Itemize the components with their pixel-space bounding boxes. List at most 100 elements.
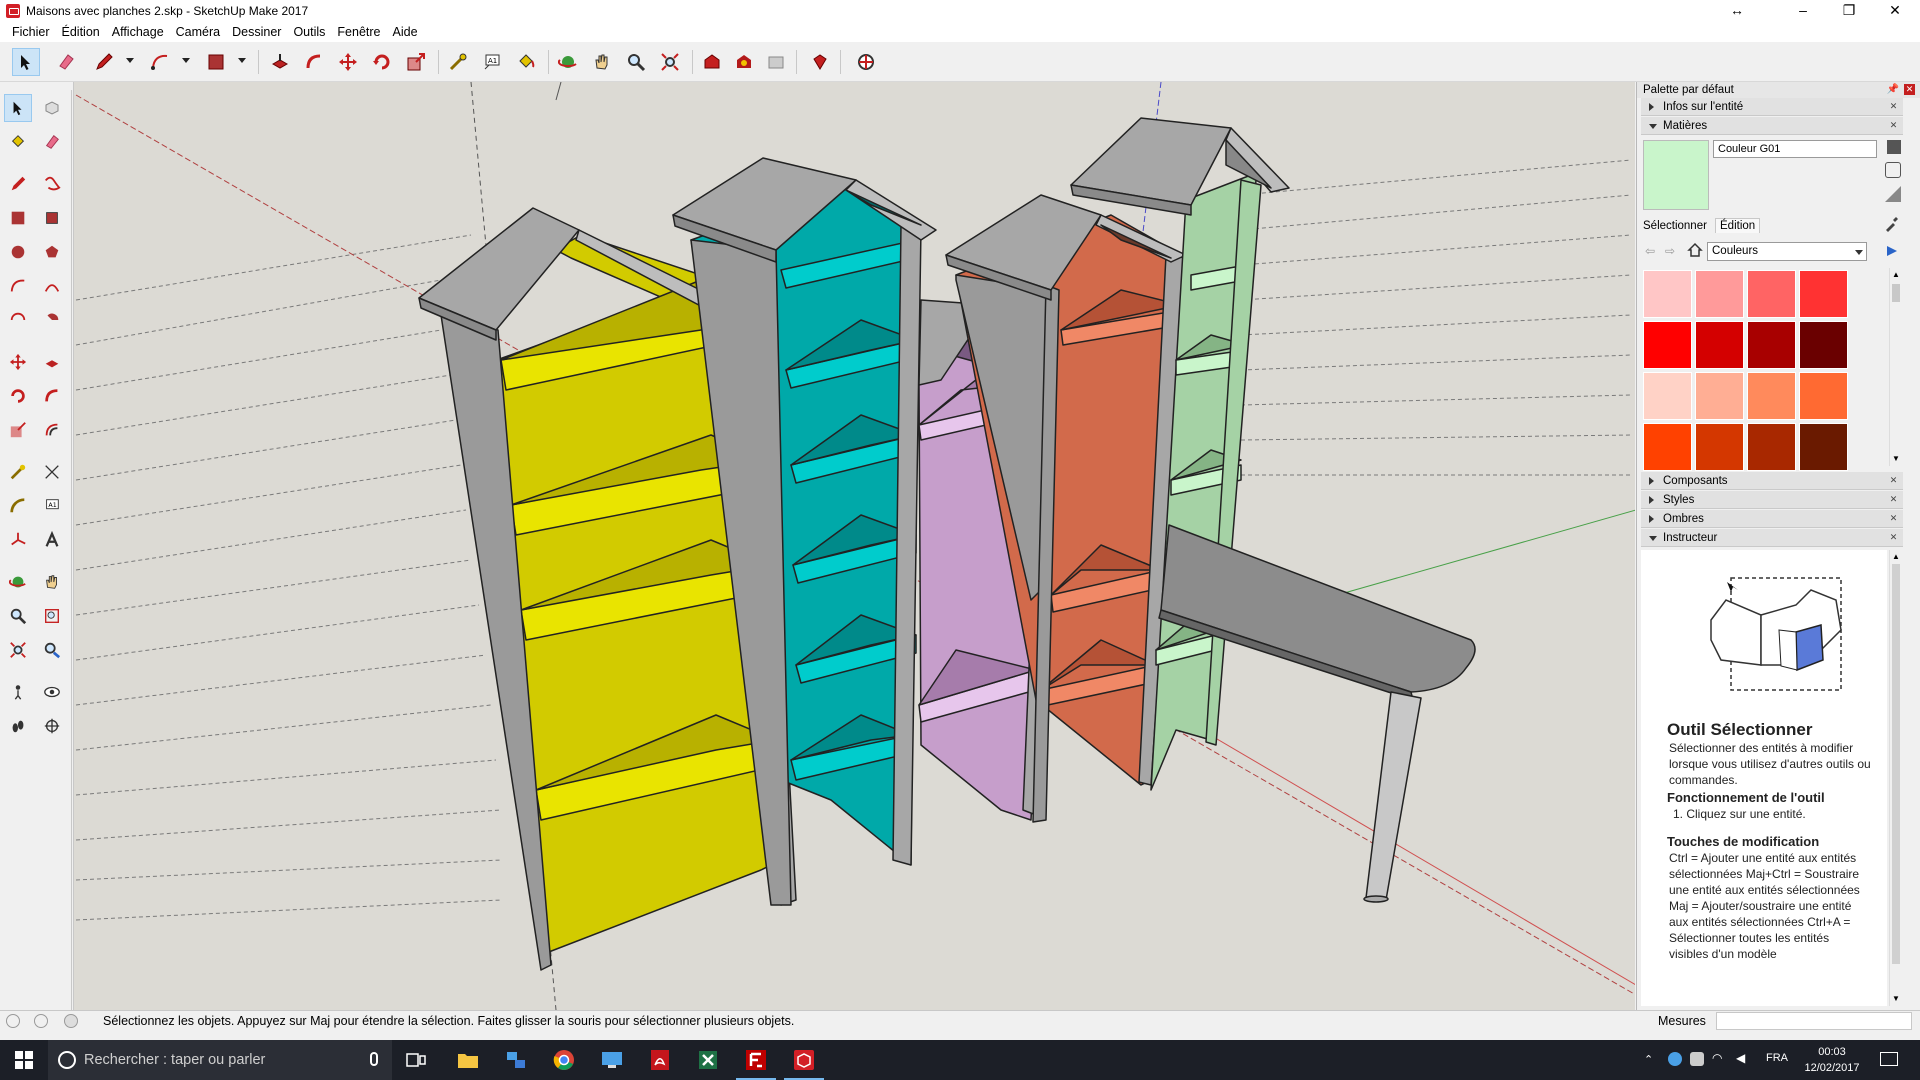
color-swatch[interactable] <box>1747 423 1796 471</box>
pan-icon[interactable] <box>588 48 616 76</box>
section-components[interactable]: Composants ✕ <box>1641 472 1903 490</box>
remote-desktop-icon[interactable] <box>588 1040 636 1080</box>
zoom-icon[interactable] <box>4 602 32 630</box>
push-pull-icon[interactable] <box>266 48 294 76</box>
two-point-arc-icon[interactable] <box>38 272 66 300</box>
color-swatch[interactable] <box>1695 423 1744 471</box>
start-button[interactable] <box>0 1040 48 1080</box>
polygon-icon[interactable] <box>38 238 66 266</box>
create-material-icon[interactable] <box>1887 140 1901 154</box>
color-swatch[interactable] <box>1799 423 1848 471</box>
tab-edit[interactable]: Édition <box>1715 218 1761 233</box>
pan-icon[interactable] <box>38 568 66 596</box>
arc-dropdown-icon[interactable] <box>182 58 190 63</box>
section-materials[interactable]: Matières ✕ <box>1641 117 1903 135</box>
user-icon[interactable] <box>64 1014 78 1028</box>
resize-icon[interactable]: ↔ <box>1714 0 1760 22</box>
position-camera-icon[interactable] <box>4 678 32 706</box>
walk-icon[interactable] <box>4 712 32 740</box>
rectangle-icon[interactable] <box>202 48 230 76</box>
taskbar-search[interactable]: Rechercher : taper ou parler <box>48 1040 392 1080</box>
battery-icon[interactable] <box>1690 1052 1704 1066</box>
section-shadows[interactable]: Ombres ✕ <box>1641 510 1903 528</box>
menu-edition[interactable]: Édition <box>56 22 106 42</box>
section-instructor[interactable]: Instructeur ✕ <box>1641 529 1903 547</box>
section-styles[interactable]: Styles ✕ <box>1641 491 1903 509</box>
section-entity-info[interactable]: Infos sur l'entité ✕ <box>1641 98 1903 116</box>
orbit-icon[interactable] <box>554 48 582 76</box>
home-icon[interactable] <box>1687 242 1703 258</box>
share-model-icon[interactable] <box>762 48 790 76</box>
default-material-icon[interactable] <box>1885 186 1901 202</box>
dimension-icon[interactable] <box>38 458 66 486</box>
material-preview[interactable] <box>1643 140 1709 210</box>
ruby-icon[interactable] <box>806 48 834 76</box>
menu-fichier[interactable]: Fichier <box>6 22 56 42</box>
zoom-window-icon[interactable] <box>38 602 66 630</box>
color-swatch[interactable] <box>1799 372 1848 420</box>
scroll-thumb[interactable] <box>1892 284 1900 302</box>
3d-text-icon[interactable] <box>38 526 66 554</box>
file-explorer-icon[interactable] <box>444 1040 492 1080</box>
chevron-up-icon[interactable]: ⌃ <box>1644 1053 1653 1066</box>
minimize-button[interactable]: – <box>1780 0 1826 22</box>
extension-warehouse-icon[interactable] <box>730 48 758 76</box>
tab-select[interactable]: Sélectionner <box>1643 220 1707 232</box>
library-select[interactable]: Couleurs <box>1707 242 1867 261</box>
look-around-icon[interactable] <box>38 678 66 706</box>
orbit-icon[interactable] <box>4 568 32 596</box>
layout-icon[interactable] <box>852 48 880 76</box>
swatch-scrollbar[interactable]: ▲ ▼ <box>1889 268 1901 466</box>
zoom-icon[interactable] <box>622 48 650 76</box>
move-icon[interactable] <box>334 48 362 76</box>
pie-icon[interactable] <box>38 306 66 334</box>
close-button[interactable]: ✕ <box>1872 0 1918 22</box>
language-indicator[interactable]: FRA <box>1766 1052 1788 1064</box>
menu-aide[interactable]: Aide <box>387 22 424 42</box>
material-name-field[interactable]: Couleur G01 <box>1713 140 1877 158</box>
task-view-icon[interactable] <box>392 1040 440 1080</box>
offset-icon[interactable] <box>38 416 66 444</box>
text-icon[interactable]: A1 <box>38 492 66 520</box>
section-close-icon[interactable]: ✕ <box>1888 475 1899 486</box>
rectangle-dropdown-icon[interactable] <box>238 58 246 63</box>
color-swatch[interactable] <box>1643 372 1692 420</box>
circle-icon[interactable] <box>4 238 32 266</box>
scroll-down-icon[interactable]: ▼ <box>1890 454 1902 464</box>
menu-dessiner[interactable]: Dessiner <box>226 22 287 42</box>
line-icon[interactable] <box>4 170 32 198</box>
back-arrow-icon[interactable]: ⇦ <box>1645 244 1659 258</box>
color-swatch[interactable] <box>1643 321 1692 369</box>
sketchup-icon[interactable] <box>780 1040 828 1080</box>
pin-icon[interactable]: 📌 <box>1887 82 1899 98</box>
filezilla-icon[interactable] <box>732 1040 780 1080</box>
follow-me-icon[interactable] <box>300 48 328 76</box>
chrome-icon[interactable] <box>540 1040 588 1080</box>
color-swatch[interactable] <box>1747 372 1796 420</box>
pencil-icon[interactable] <box>90 48 118 76</box>
color-swatch[interactable] <box>1695 270 1744 318</box>
color-swatch[interactable] <box>1747 321 1796 369</box>
select-icon[interactable] <box>12 48 40 76</box>
measurements-field[interactable] <box>1716 1012 1912 1030</box>
zoom-extents-icon[interactable] <box>4 636 32 664</box>
onedrive-icon[interactable] <box>1668 1052 1682 1066</box>
clock[interactable]: 00:03 12/02/2017 <box>1796 1044 1868 1076</box>
text-icon[interactable]: A1 <box>478 48 506 76</box>
tape-measure-icon[interactable] <box>444 48 472 76</box>
arc-icon[interactable] <box>4 272 32 300</box>
microphone-icon[interactable] <box>370 1052 378 1066</box>
rotated-rectangle-icon[interactable] <box>38 204 66 232</box>
geo-location-icon[interactable] <box>6 1014 20 1028</box>
move-icon[interactable] <box>4 348 32 376</box>
credits-icon[interactable] <box>34 1014 48 1028</box>
maximize-button[interactable]: ❐ <box>1826 0 1872 22</box>
arc-icon[interactable] <box>146 48 174 76</box>
protractor-icon[interactable] <box>4 492 32 520</box>
model-viewport[interactable] <box>73 82 1635 1010</box>
scroll-up-icon[interactable]: ▲ <box>1890 552 1902 562</box>
scale-icon[interactable] <box>402 48 430 76</box>
freehand-icon[interactable] <box>38 170 66 198</box>
rectangle-icon[interactable] <box>4 204 32 232</box>
volume-icon[interactable]: ◀ <box>1736 1051 1745 1065</box>
